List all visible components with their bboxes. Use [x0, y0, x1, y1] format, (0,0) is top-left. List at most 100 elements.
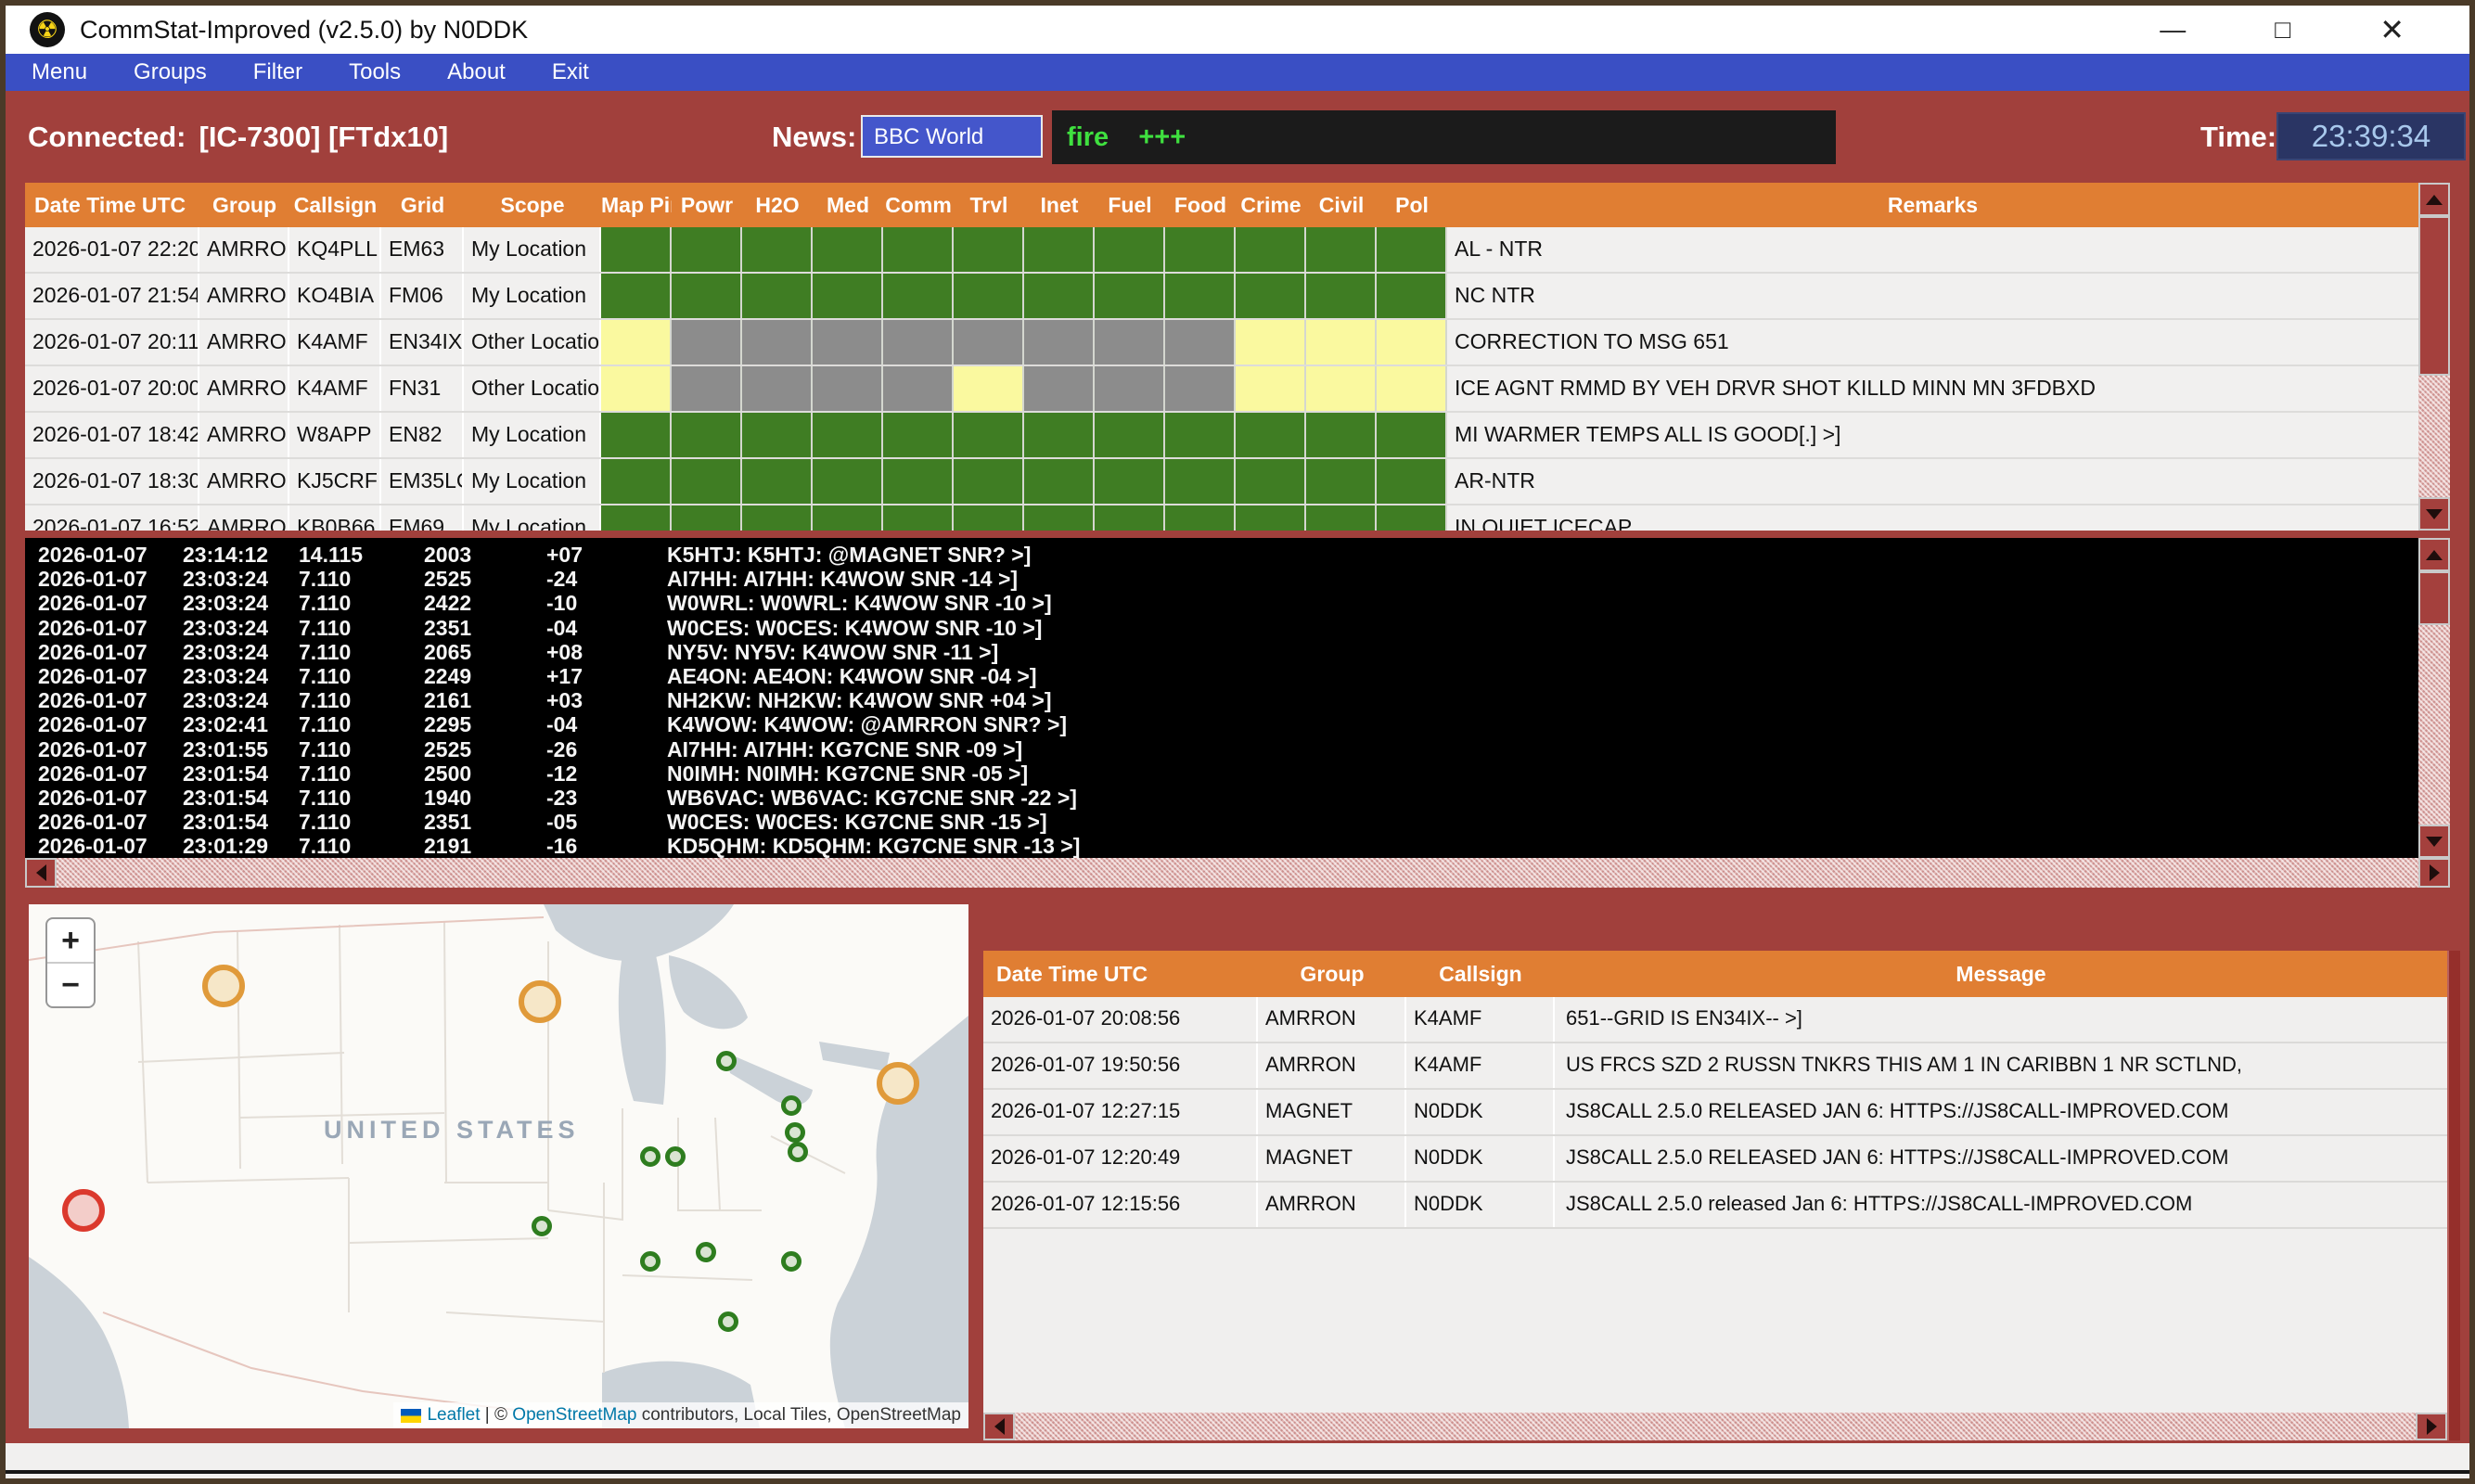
cell-grid: EM69 [381, 505, 464, 531]
status-cell-h2o [742, 320, 813, 365]
cell-datetime: 2026-01-07 18:42:13 [25, 413, 199, 457]
minimize-button[interactable]: — [2160, 17, 2186, 43]
openstreetmap-link[interactable]: OpenStreetMap [512, 1405, 636, 1426]
table-row[interactable]: 2026-01-07 20:00:11AMRRONK4AMFFN31Other … [25, 366, 2418, 413]
menu-item-filter[interactable]: Filter [253, 59, 302, 85]
terminal-snr: -26 [546, 737, 577, 762]
cell-group: MAGNET [1258, 1090, 1406, 1134]
table-row[interactable]: 2026-01-07 18:42:13AMRRONW8APPEN82My Loc… [25, 413, 2418, 459]
cell-scope: Other Location [464, 366, 601, 411]
map-marker-green[interactable] [640, 1146, 660, 1167]
cell-grid: FM06 [381, 274, 464, 318]
terminal-time: 23:01:54 [183, 810, 268, 835]
zoom-out-button[interactable]: − [47, 964, 94, 1006]
map-marker-green[interactable] [785, 1122, 805, 1143]
station-map[interactable]: UNITED STATES + − Leaflet | © OpenStreet… [29, 904, 968, 1428]
status-cell-fuel [1095, 227, 1165, 272]
messages-vertical-scrollbar[interactable] [2447, 951, 2460, 1440]
cell-remarks: AR-NTR [1447, 459, 2418, 504]
scrollbar-track[interactable] [25, 858, 2450, 888]
cell-datetime: 2026-01-07 22:20:56 [25, 227, 199, 272]
scrollbar-thumb[interactable] [2418, 216, 2450, 376]
status-cell-h2o [742, 505, 813, 531]
menu-item-about[interactable]: About [447, 59, 506, 85]
map-marker-green[interactable] [696, 1242, 716, 1262]
scrollbar-track[interactable] [983, 1413, 2447, 1440]
rx-traffic-terminal[interactable]: 2026-01-0723:14:1214.1152003+07K5HTJ: K5… [25, 538, 2418, 858]
terminal-time: 23:14:12 [183, 543, 268, 568]
terminal-vertical-scrollbar[interactable] [2418, 538, 2450, 858]
table-row[interactable]: 2026-01-07 22:20:56AMRRONKQ4PLLEM63My Lo… [25, 227, 2418, 274]
column-header-callsign: Callsign [289, 183, 381, 227]
cell-datetime: 2026-01-07 12:20:49 [983, 1136, 1258, 1181]
scroll-up-button[interactable] [2418, 538, 2450, 571]
map-marker-green[interactable] [716, 1051, 737, 1071]
map-marker-orange[interactable] [519, 980, 561, 1023]
scroll-up-button[interactable] [2418, 183, 2450, 216]
column-header-callsign: Callsign [1406, 951, 1555, 997]
status-cell-crime [1236, 459, 1306, 504]
table-row[interactable]: 2026-01-07 21:54:11AMRRONKO4BIAFM06My Lo… [25, 274, 2418, 320]
map-marker-green[interactable] [781, 1095, 801, 1116]
close-button[interactable]: ✕ [2379, 15, 2404, 45]
reports-vertical-scrollbar[interactable] [2418, 183, 2450, 531]
table-row[interactable]: 2026-01-07 19:50:56AMRRONK4AMFUS FRCS SZ… [983, 1043, 2447, 1090]
terminal-freq: 7.110 [299, 567, 351, 592]
table-row[interactable]: 2026-01-07 12:27:15MAGNETN0DDKJS8CALL 2.… [983, 1090, 2447, 1136]
table-row[interactable]: 2026-01-07 20:08:56AMRRONK4AMF651--GRID … [983, 997, 2447, 1043]
table-row[interactable]: 2026-01-07 12:20:49MAGNETN0DDKJS8CALL 2.… [983, 1136, 2447, 1183]
terminal-off: 2351 [424, 616, 471, 641]
terminal-horizontal-scrollbar[interactable] [25, 858, 2450, 888]
map-marker-green[interactable] [532, 1216, 552, 1236]
map-marker-green[interactable] [781, 1251, 801, 1272]
reports-table-header: Date Time UTCGroupCallsignGridScopeMap P… [25, 183, 2418, 227]
terminal-off: 2003 [424, 543, 471, 568]
leaflet-link[interactable]: Leaflet [427, 1405, 480, 1426]
messages-horizontal-scrollbar[interactable] [983, 1413, 2447, 1440]
menu-item-tools[interactable]: Tools [349, 59, 401, 85]
table-row[interactable]: 2026-01-07 16:52:26AMRRONKB0B66EM69My Lo… [25, 505, 2418, 531]
terminal-snr: +08 [546, 640, 583, 665]
status-cell-trvl [954, 320, 1024, 365]
terminal-snr: +03 [546, 688, 583, 713]
status-cell-powr [672, 274, 742, 318]
map-marker-red[interactable] [62, 1189, 105, 1232]
scroll-right-button[interactable] [2418, 858, 2450, 888]
scroll-left-button[interactable] [25, 858, 57, 888]
terminal-off: 2191 [424, 834, 471, 858]
scroll-down-button[interactable] [2418, 825, 2450, 858]
terminal-off: 2249 [424, 664, 471, 689]
status-cell-food [1165, 413, 1236, 457]
terminal-msg: WB6VAC: WB6VAC: KG7CNE SNR -22 >] [667, 786, 1077, 811]
map-marker-green[interactable] [665, 1146, 686, 1167]
cell-datetime: 2026-01-07 12:15:56 [983, 1183, 1258, 1227]
map-marker-green[interactable] [718, 1311, 738, 1332]
status-cell-pol [1377, 320, 1447, 365]
scroll-down-button[interactable] [2418, 497, 2450, 531]
map-marker-orange[interactable] [877, 1062, 919, 1105]
status-cell-mappin [601, 366, 672, 411]
cell-callsign: KO4BIA [289, 274, 381, 318]
table-row[interactable]: 2026-01-07 12:15:56AMRRONN0DDKJS8CALL 2.… [983, 1183, 2447, 1229]
menu-item-groups[interactable]: Groups [134, 59, 207, 85]
scroll-left-button[interactable] [983, 1413, 1015, 1440]
cell-datetime: 2026-01-07 20:08:56 [983, 997, 1258, 1042]
table-row[interactable]: 2026-01-07 20:11:56AMRRONK4AMFEN34IXOthe… [25, 320, 2418, 366]
status-cell-pol [1377, 274, 1447, 318]
maximize-button[interactable]: □ [2275, 17, 2290, 43]
cell-datetime: 2026-01-07 18:30:54 [25, 459, 199, 504]
status-cell-comm [883, 413, 954, 457]
scrollbar-thumb[interactable] [2418, 571, 2450, 625]
messages-table: Date Time UTCGroupCallsignMessage 2026-0… [983, 951, 2447, 1413]
cell-group: AMRRON [1258, 1043, 1406, 1088]
table-row[interactable]: 2026-01-07 18:30:54AMRRONKJ5CRFEM35LGMy … [25, 459, 2418, 505]
map-marker-green[interactable] [788, 1142, 808, 1162]
menu-item-exit[interactable]: Exit [552, 59, 589, 85]
map-marker-orange[interactable] [202, 965, 245, 1007]
cell-remarks: MI WARMER TEMPS ALL IS GOOD[.] >] [1447, 413, 2418, 457]
zoom-in-button[interactable]: + [47, 919, 94, 964]
news-source-select[interactable]: BBC World [861, 115, 1043, 158]
scroll-right-button[interactable] [2416, 1413, 2447, 1440]
menu-item-menu[interactable]: Menu [32, 59, 87, 85]
map-marker-green[interactable] [640, 1251, 660, 1272]
